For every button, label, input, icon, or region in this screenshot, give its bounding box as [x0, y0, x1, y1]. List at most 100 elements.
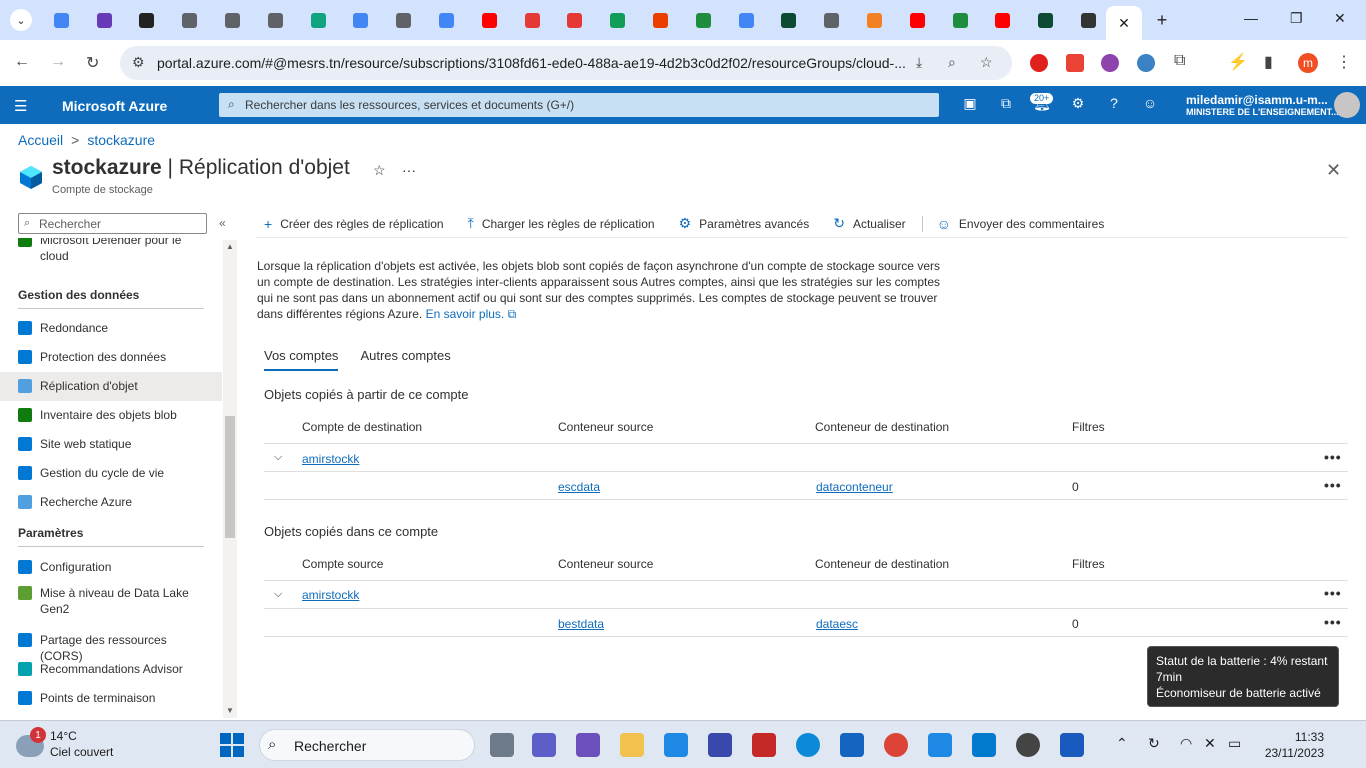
global-search-input[interactable] — [245, 96, 925, 114]
active-tab[interactable]: ✕ — [1106, 6, 1142, 40]
feedback-icon[interactable]: ☺ — [1140, 95, 1160, 111]
browser-tab[interactable] — [1024, 6, 1067, 34]
vscode-icon[interactable] — [972, 733, 996, 757]
column-header[interactable]: Conteneur de destination — [815, 420, 949, 434]
browser-tab[interactable] — [896, 6, 939, 34]
browser-tab[interactable] — [511, 6, 554, 34]
browser-tab[interactable] — [768, 6, 811, 34]
browser-tab[interactable] — [639, 6, 682, 34]
portal-menu-icon[interactable]: ☰ — [14, 97, 27, 115]
tp-extension-icon[interactable] — [1066, 54, 1084, 72]
tab-search-icon[interactable]: ⌄ — [10, 9, 32, 31]
menu-item[interactable]: Recommandations Advisor — [0, 655, 222, 684]
browser-tab[interactable] — [468, 6, 511, 34]
help-icon[interactable]: ? — [1104, 95, 1124, 111]
browser-tab[interactable] — [982, 6, 1025, 34]
browser-tab[interactable] — [83, 6, 126, 34]
chrome-menu-icon[interactable]: ⋮ — [1336, 52, 1352, 72]
directory-filter-icon[interactable]: ⧉ — [996, 95, 1016, 112]
source-container-link[interactable]: escdata — [558, 480, 600, 494]
app-icon[interactable] — [752, 733, 776, 757]
bookmark-star-icon[interactable]: ☆ — [980, 54, 993, 71]
install-icon[interactable]: ⤓ — [916, 54, 922, 71]
global-search[interactable]: ⌕ — [219, 93, 939, 117]
column-header[interactable]: Compte source — [302, 557, 383, 571]
refresh-button[interactable]: ↻ Actualiser — [825, 215, 905, 232]
column-header[interactable]: Conteneur de destination — [815, 557, 949, 571]
destination-container-link[interactable]: dataconteneur — [816, 480, 893, 494]
menu-item[interactable]: Redondance — [0, 314, 222, 343]
favorite-star-icon[interactable]: ☆ — [373, 162, 386, 179]
close-tab-icon[interactable]: ✕ — [1118, 15, 1130, 32]
browser-tab[interactable] — [340, 6, 383, 34]
settings-gear-icon[interactable]: ⚙ — [1068, 95, 1088, 112]
browser-tab[interactable] — [40, 6, 83, 34]
menu-item[interactable]: Inventaire des objets blob — [0, 401, 222, 430]
source-account-link[interactable]: amirstockk — [302, 588, 359, 602]
wifi-icon[interactable]: ◠ — [1180, 735, 1192, 752]
account-menu[interactable]: miledamir@isamm.u-m... MINISTERE DE L'EN… — [1186, 93, 1339, 117]
menu-item[interactable]: Gestion du cycle de vie — [0, 459, 222, 488]
browser-tab[interactable] — [939, 6, 982, 34]
browser-tab[interactable] — [168, 6, 211, 34]
azure-brand[interactable]: Microsoft Azure — [62, 98, 167, 114]
battery-icon[interactable]: ▭ — [1228, 735, 1241, 752]
star-extension-icon[interactable] — [1137, 54, 1155, 72]
profile-avatar[interactable]: m — [1298, 53, 1318, 73]
column-header[interactable]: Conteneur source — [558, 557, 653, 571]
collapse-menu-icon[interactable]: « — [219, 216, 226, 230]
more-options-icon[interactable]: ··· — [402, 162, 416, 178]
cloud-shell-icon[interactable]: ▣ — [960, 95, 980, 112]
site-info-icon[interactable]: ⚙ — [132, 54, 145, 71]
volume-icon[interactable]: ✕ — [1204, 735, 1216, 752]
tray-chevron-icon[interactable]: ⌃ — [1116, 735, 1128, 752]
zoom-icon[interactable]: ⌕ — [948, 54, 956, 71]
destination-container-link[interactable]: dataesc — [816, 617, 858, 631]
reload-icon[interactable]: ↻ — [86, 53, 99, 73]
row-more-icon[interactable]: ••• — [1324, 449, 1342, 465]
menu-item[interactable]: Points de terminaison — [0, 684, 222, 713]
taskbar-search[interactable]: ⌕ Rechercher — [259, 729, 475, 761]
menu-item[interactable]: Partage des ressources (CORS) — [0, 626, 222, 663]
browser-tab[interactable] — [596, 6, 639, 34]
upload-rules-button[interactable]: ⤒ Charger les règles de réplication — [460, 215, 655, 232]
adblock-extension-icon[interactable] — [1030, 54, 1048, 72]
address-bar[interactable]: ⚙ portal.azure.com/#@mesrs.tn/resource/s… — [120, 46, 1012, 80]
browser-tab[interactable] — [554, 6, 597, 34]
browser-tab[interactable] — [853, 6, 896, 34]
new-tab-button[interactable]: + — [1150, 8, 1174, 32]
app-icon[interactable] — [576, 733, 600, 757]
extension-icon[interactable] — [1101, 54, 1119, 72]
tab-vos-comptes[interactable]: Vos comptes — [264, 348, 339, 371]
side-panel-icon[interactable]: ▮ — [1264, 52, 1273, 72]
app-icon[interactable] — [840, 733, 864, 757]
create-rules-button[interactable]: + Créer des règles de réplication — [256, 216, 444, 232]
store-icon[interactable] — [664, 733, 688, 757]
learn-more-link[interactable]: En savoir plus. — [426, 307, 505, 321]
tab-autres-comptes[interactable]: Autres comptes — [360, 348, 450, 371]
browser-tab[interactable] — [810, 6, 853, 34]
extensions-puzzle-icon[interactable]: ⧉ — [1174, 52, 1185, 70]
browser-tab[interactable] — [382, 6, 425, 34]
edge-icon[interactable] — [796, 733, 820, 757]
start-button[interactable] — [220, 733, 244, 757]
menu-item[interactable]: Microsoft Defender pour le cloud — [0, 238, 222, 268]
clock[interactable]: 11:33 23/11/2023 — [1258, 729, 1324, 761]
close-window-icon[interactable]: ✕ — [1334, 10, 1346, 27]
source-container-link[interactable]: bestdata — [558, 617, 604, 631]
minimize-icon[interactable]: — — [1244, 10, 1258, 26]
menu-search-input[interactable] — [39, 216, 199, 231]
column-header[interactable]: Compte de destination — [302, 420, 422, 434]
browser-tab[interactable] — [254, 6, 297, 34]
menu-item[interactable]: Recherche Azure — [0, 488, 222, 517]
menu-search[interactable]: ⌕ — [18, 213, 207, 234]
menu-item[interactable]: Mise à niveau de Data Lake Gen2 — [0, 581, 222, 623]
destination-account-link[interactable]: amirstockk — [302, 452, 359, 466]
menu-item[interactable]: Site web statique — [0, 430, 222, 459]
chrome-icon[interactable] — [884, 733, 908, 757]
browser-tab[interactable] — [425, 6, 468, 34]
column-header[interactable]: Filtres — [1072, 557, 1105, 571]
browser-tab[interactable] — [211, 6, 254, 34]
browser-tab[interactable] — [682, 6, 725, 34]
advanced-settings-button[interactable]: ⚙ Paramètres avancés — [671, 215, 810, 232]
